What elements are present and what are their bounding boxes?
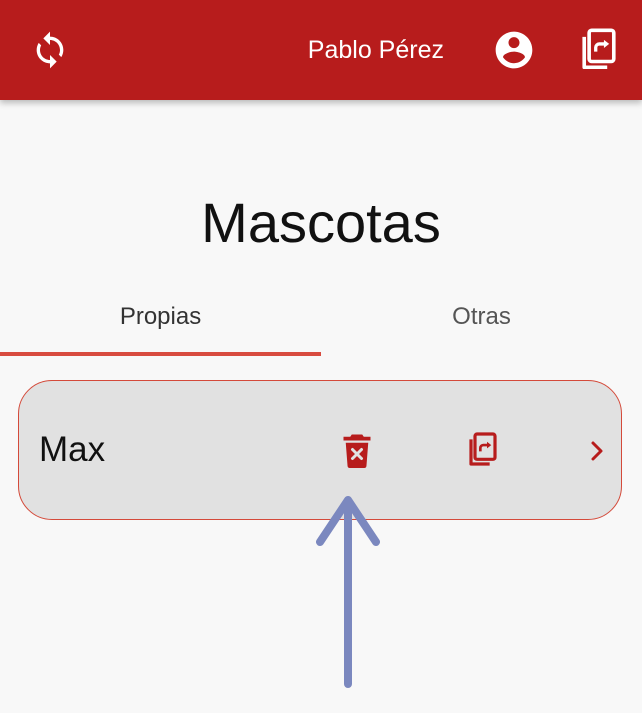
open-pet-button[interactable] (585, 437, 609, 465)
app-bar: Pablo Pérez (0, 0, 642, 100)
delete-icon (343, 434, 371, 468)
delete-pet-button[interactable] (339, 431, 375, 471)
share-document-icon (469, 432, 497, 466)
tab-otras[interactable]: Otras (321, 282, 642, 352)
share-button[interactable] (576, 26, 622, 74)
account-circle-icon (495, 31, 533, 69)
tab-bar: Propias Otras (0, 282, 642, 358)
share-document-icon (582, 28, 616, 70)
user-name: Pablo Pérez (307, 36, 444, 64)
chevron-right-icon (591, 441, 603, 461)
page-title: Mascotas (201, 190, 441, 254)
sync-button[interactable] (28, 28, 72, 72)
annotation-arrow (316, 496, 380, 688)
pet-name: Max (39, 430, 106, 469)
share-pet-button[interactable] (463, 429, 503, 471)
tab-selected-indicator (0, 352, 321, 356)
sync-icon (36, 31, 64, 69)
tab-propias[interactable]: Propias (0, 282, 321, 352)
account-button[interactable] (492, 28, 536, 72)
